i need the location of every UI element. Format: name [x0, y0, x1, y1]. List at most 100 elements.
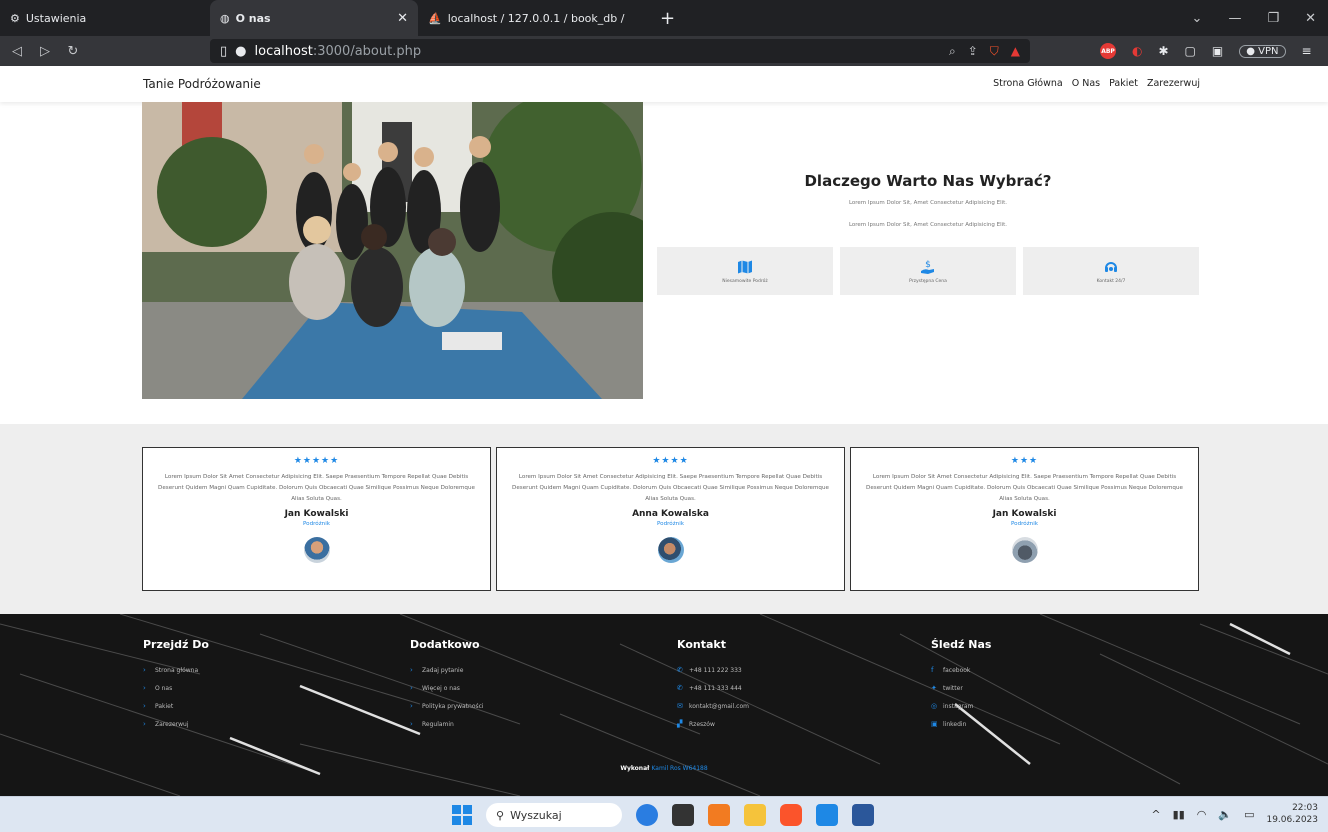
footer-location[interactable]: ▞ Rzeszów [677, 715, 749, 733]
tab-about[interactable]: ◍ O nas ✕ [210, 0, 418, 36]
footer-link[interactable]: › O nas [143, 679, 209, 697]
hand-dollar-icon: $ [921, 260, 934, 274]
close-window-icon[interactable]: ✕ [1305, 11, 1316, 26]
review-card: ★★★★ Lorem Ipsum Dolor Sit Amet Consecte… [496, 447, 845, 591]
app-tray-icon[interactable]: ▮▮ [1173, 808, 1185, 821]
footer-phone[interactable]: ✆ +48 111 333 444 [677, 679, 749, 697]
share-icon[interactable]: ⇪ [968, 44, 978, 59]
star-rating: ★★★★★ [293, 456, 340, 466]
phpmyadmin-icon: ⛵ [428, 11, 442, 25]
footer-phone[interactable]: ✆ +48 111 222 333 [677, 661, 749, 679]
footer-link[interactable]: › Więcej o nas [410, 679, 484, 697]
footer-social-link[interactable]: ▣ linkedin [931, 715, 991, 733]
extensions-area: ABP ◐ ✱ ▢ ▣ ● VPN ≡ [1100, 43, 1312, 59]
new-tab-button[interactable]: + [650, 8, 685, 29]
site-brand[interactable]: Tanie Podróżowanie [143, 77, 261, 91]
bing-app-icon[interactable] [636, 804, 658, 826]
wifi-icon[interactable]: ◠ [1197, 808, 1207, 821]
svg-text:$: $ [925, 260, 931, 270]
footer-social-link[interactable]: ◎ instagram [931, 697, 991, 715]
volume-muted-icon[interactable]: 🔈 [1218, 808, 1232, 821]
close-icon[interactable]: ✕ [397, 11, 408, 26]
chevron-right-icon: › [143, 684, 146, 692]
menu-icon[interactable]: ≡ [1302, 44, 1312, 58]
linkedin-icon: ▣ [931, 720, 938, 728]
back-icon[interactable]: ◁ [6, 44, 28, 59]
footer-link[interactable]: › Zarezerwuj [143, 715, 209, 733]
taskview-icon[interactable] [672, 804, 694, 826]
footer-link[interactable]: › Regulamin [410, 715, 484, 733]
tab-label: localhost / 127.0.0.1 / book_db / book [447, 11, 628, 25]
star-rating: ★★★ [1010, 456, 1039, 466]
vscode-icon[interactable] [816, 804, 838, 826]
footer-heading: Przejdź Do [143, 638, 209, 651]
footer-link[interactable]: › Zadaj pytanie [410, 661, 484, 679]
vpn-button[interactable]: ● VPN [1239, 44, 1286, 58]
info-icon[interactable]: ● [235, 44, 246, 59]
avatar [303, 536, 330, 563]
wallet-icon[interactable]: ▣ [1212, 44, 1223, 58]
footer-heading: Dodatkowo [410, 638, 480, 651]
windows-start-icon[interactable] [452, 805, 472, 825]
forward-icon[interactable]: ▷ [34, 44, 56, 59]
nav-about[interactable]: O Nas [1072, 78, 1100, 89]
facebook-icon: f [931, 666, 934, 674]
bookmark-icon[interactable]: ▯ [220, 44, 227, 59]
word-icon[interactable] [852, 804, 874, 826]
brave-browser-icon[interactable] [780, 804, 802, 826]
zoom-icon[interactable]: ⌕ [949, 44, 956, 59]
taskbar-search[interactable]: ⚲ Wyszukaj [486, 803, 622, 827]
review-text: Lorem Ipsum Dolor Sit Amet Consectetur A… [512, 474, 829, 502]
url-path: :3000/about.php [312, 43, 422, 59]
window-controls: ⌄ — ❐ ✕ [1192, 11, 1328, 26]
adblock-icon[interactable]: ABP [1100, 43, 1116, 59]
review-text: Lorem Ipsum Dolor Sit Amet Consectetur A… [866, 474, 1183, 502]
battery-icon[interactable]: ▭ [1244, 808, 1254, 821]
browser-toolbar: ◁ ▷ ↻ ▯ ● localhost:3000/about.php ⌕ ⇪ ⛉… [0, 36, 1328, 66]
file-explorer-icon[interactable] [744, 804, 766, 826]
tab-label: O nas [235, 11, 271, 25]
chevron-down-icon[interactable]: ⌄ [1192, 11, 1203, 26]
phone-icon: ✆ [677, 666, 683, 674]
footer-social-link[interactable]: ✦ twitter [931, 679, 991, 697]
twitter-icon: ✦ [931, 684, 937, 692]
address-bar[interactable]: ▯ ● localhost:3000/about.php ⌕ ⇪ ⛉ ▲ [210, 39, 1030, 63]
chevron-right-icon: › [410, 702, 413, 710]
footer-email[interactable]: ✉ kontakt@gmail.com [677, 697, 749, 715]
footer-link[interactable]: › Strona główna [143, 661, 209, 679]
envelope-icon: ✉ [677, 702, 683, 710]
tab-settings[interactable]: ⚙ Ustawienia [0, 0, 210, 36]
restore-icon[interactable]: ❐ [1267, 11, 1279, 26]
sidebar-icon[interactable]: ▢ [1185, 44, 1196, 58]
reload-icon[interactable]: ↻ [62, 44, 84, 59]
footer-credit: Wykonał Kamil Ros W64188 [620, 765, 708, 772]
brave-shield-icon[interactable]: ⛉ [990, 44, 999, 59]
gear-icon: ⚙ [10, 11, 20, 25]
extension-icon[interactable]: ◐ [1132, 44, 1142, 58]
reviewer-role: Podróżnik [1010, 520, 1039, 527]
credit-author-link[interactable]: Kamil Ros W64188 [651, 765, 707, 772]
footer-column-social: Śledź Nas f facebook ✦ twitter ◎ instagram … [931, 638, 991, 733]
reviewer-role: Podróżnik [656, 520, 685, 527]
puzzle-icon[interactable]: ✱ [1158, 44, 1168, 58]
brave-rewards-icon[interactable]: ▲ [1011, 44, 1020, 59]
search-icon: ⚲ [496, 808, 505, 822]
nav-book[interactable]: Zarezerwuj [1147, 78, 1200, 89]
nav-package[interactable]: Pakiet [1109, 78, 1138, 89]
phone-icon: ✆ [677, 684, 683, 692]
nav-home[interactable]: Strona Główna [993, 78, 1063, 89]
clock[interactable]: 22:03 19.06.2023 [1266, 803, 1318, 826]
footer-link[interactable]: › Pakiet [143, 697, 209, 715]
reviewer-name: Jan Kowalski [284, 508, 349, 519]
footer-column-links: Przejdź Do › Strona główna › O nas › Pakiet… [143, 638, 209, 733]
feature-price: $ Przystępna Cena [840, 247, 1016, 295]
chevron-up-icon[interactable]: ^ [1151, 808, 1160, 821]
xampp-icon[interactable] [708, 804, 730, 826]
minimize-icon[interactable]: — [1228, 11, 1241, 26]
footer-link[interactable]: › Polityka prywatności [410, 697, 484, 715]
chevron-right-icon: › [143, 666, 146, 674]
footer-social-link[interactable]: f facebook [931, 661, 991, 679]
review-card: ★★★★★ Lorem Ipsum Dolor Sit Amet Consect… [142, 447, 491, 591]
tab-phpmyadmin[interactable]: ⛵ localhost / 127.0.0.1 / book_db / book [418, 0, 650, 36]
feature-label: Niesamowite Podróż [722, 278, 768, 284]
